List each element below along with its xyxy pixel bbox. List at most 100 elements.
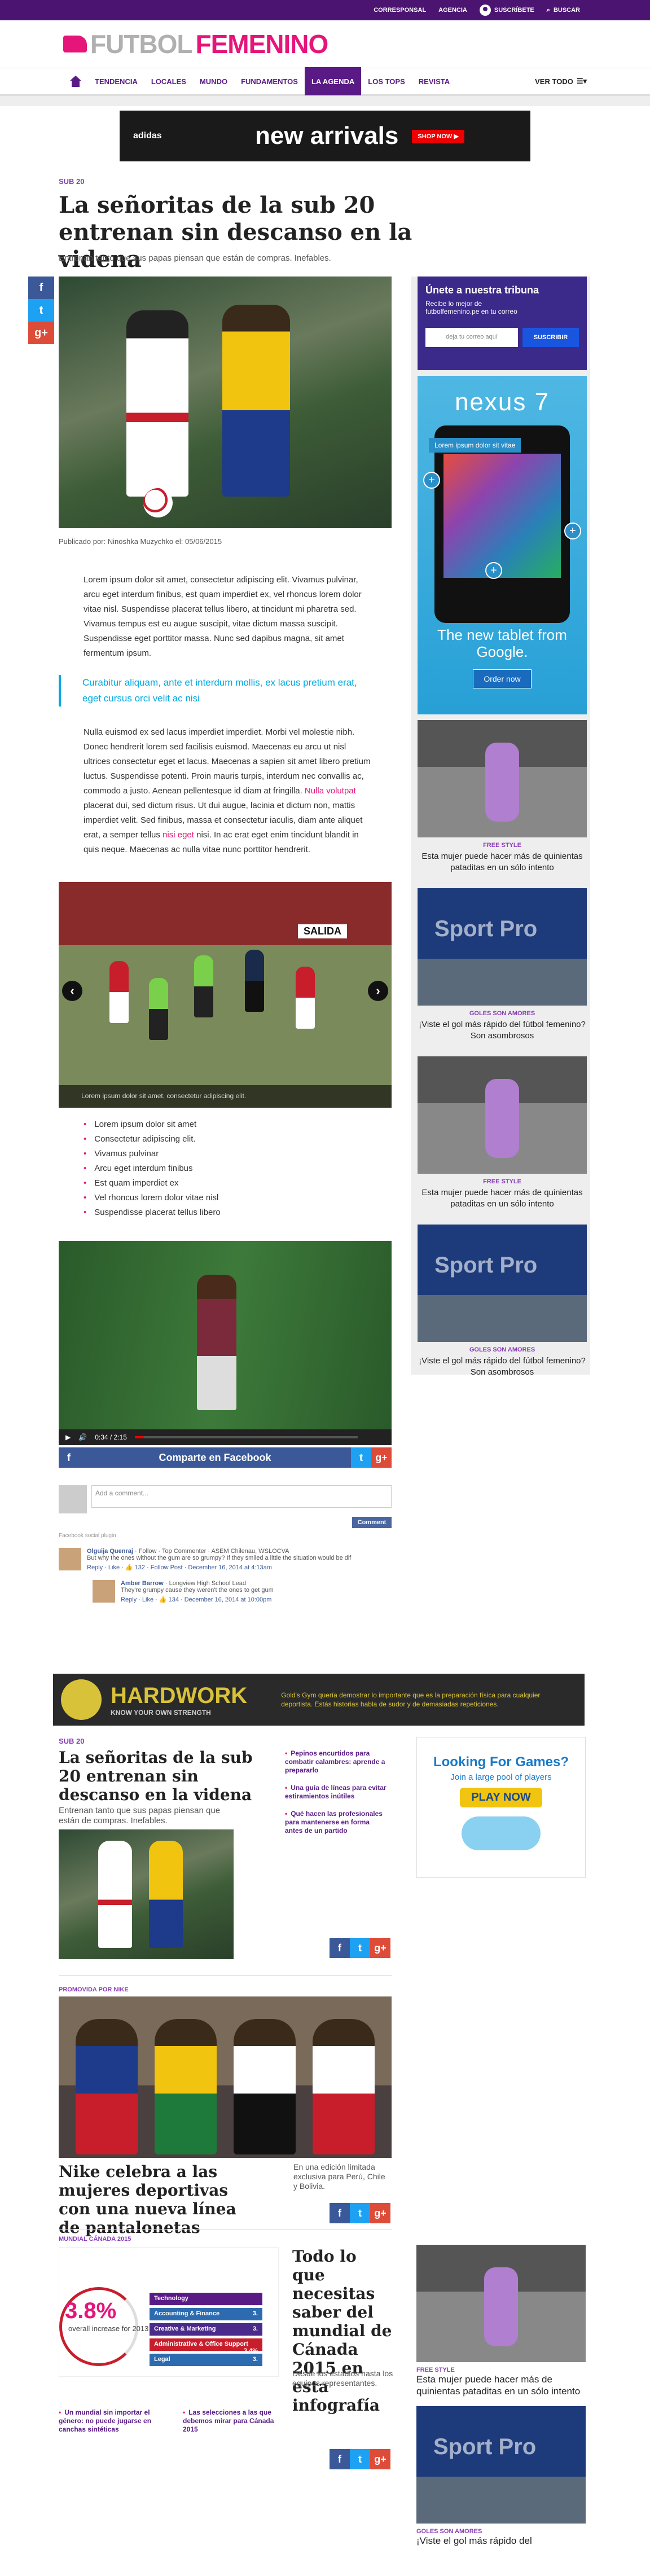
nav-la-agenda[interactable]: LA AGENDA xyxy=(304,67,362,95)
ad-brand: adidas xyxy=(133,131,162,141)
card-category: GOLES SON AMORES xyxy=(416,2528,482,2535)
list-item[interactable]: Qué hacen las profesionales para mantene… xyxy=(285,1810,387,1835)
ver-todo-menu[interactable]: VER TODO ☰▾ xyxy=(535,77,587,86)
nexus-ad[interactable]: nexus 7 Lorem ipsum dolor sit vitae + + … xyxy=(418,376,587,714)
comment-input[interactable]: Add a comment... xyxy=(91,1485,392,1508)
plus-icon[interactable]: + xyxy=(564,523,581,539)
comment-button[interactable]: Comment xyxy=(352,1517,392,1528)
article-pullquote: Curabitur aliquam, ante et interdum moll… xyxy=(59,675,375,706)
nav-fundamentos[interactable]: FUNDAMENTOS xyxy=(234,67,305,95)
sidebar-card[interactable]: GOLES SON AMORES ¡Viste el gol más rápid… xyxy=(418,1225,587,1378)
nav-los-tops[interactable]: LOS TOPS xyxy=(361,67,412,95)
play-now-button[interactable]: PLAY NOW xyxy=(460,1788,542,1807)
list-item[interactable]: Las selecciones a las que debemos mirar … xyxy=(183,2408,284,2434)
twitter-icon[interactable]: t xyxy=(350,1938,370,1958)
page-root: CORRESPONSAL AGENCIA SUSCRÍBETE ⌕ BUSCAR … xyxy=(0,0,650,2576)
facebook-icon[interactable]: f xyxy=(330,2449,350,2469)
menu-icon: ☰▾ xyxy=(576,77,587,85)
slider-player xyxy=(245,950,264,1012)
search-link[interactable]: ⌕ BUSCAR xyxy=(547,7,580,14)
article-category[interactable]: SUB 20 xyxy=(59,177,85,186)
tablet-image xyxy=(434,425,570,623)
list-item[interactable]: Un mundial sin importar el género: no pu… xyxy=(59,2408,160,2434)
module3-title[interactable]: Todo lo que necesitas saber del mundial … xyxy=(292,2247,394,2415)
site-logo[interactable]: FUTBOL FEMENINO xyxy=(63,29,328,59)
nav-locales[interactable]: LOCALES xyxy=(144,67,193,95)
subscribe-button[interactable]: SUSCRIBIR xyxy=(522,328,579,347)
article-subtitle: Entrenan tanto que sus papas piensan que… xyxy=(59,253,331,263)
list-item[interactable]: Una guía de líneas para evitar estiramie… xyxy=(285,1784,387,1801)
card-title: Esta mujer puede hacer más de quinientas… xyxy=(421,852,583,872)
video-player[interactable]: ▶ 🔊 0:34 / 2:15 xyxy=(59,1241,392,1445)
athlete-figure xyxy=(313,2019,375,2154)
list-item: Est quam imperdiet ex xyxy=(84,1176,221,1191)
module2-image[interactable] xyxy=(59,1996,392,2158)
comment-author[interactable]: Olguija Quenraj xyxy=(87,1548,133,1555)
sidebar-card[interactable]: FREE STYLE Esta mujer puede hacer más de… xyxy=(418,720,587,874)
module2-title[interactable]: Nike celebra a las mujeres deportivas co… xyxy=(59,2162,262,2237)
facebook-icon[interactable]: f xyxy=(330,1938,350,1958)
social-share-vertical: f t g+ xyxy=(28,277,54,344)
list-item[interactable]: Pepinos encurtidos para combatir calambr… xyxy=(285,1749,387,1775)
infographic-bars: Technology Accounting & Finance 3. Creative… xyxy=(150,2293,262,2369)
sidebar-card[interactable]: FREE STYLE Esta mujer puede hacer más de… xyxy=(416,2245,586,2397)
email-field[interactable]: deja tu correo aquí xyxy=(425,328,518,347)
twitter-icon[interactable]: t xyxy=(350,2449,370,2469)
games-ad[interactable]: Looking For Games? Join a large pool of … xyxy=(416,1737,586,1878)
module1-category[interactable]: SUB 20 xyxy=(59,1737,85,1745)
order-now-button[interactable]: Order now xyxy=(473,669,532,688)
list-item: Consectetur adipiscing elit. xyxy=(84,1132,221,1147)
slider-next-icon[interactable]: › xyxy=(368,981,388,1001)
twitter-icon[interactable]: t xyxy=(351,1447,371,1468)
googleplus-icon[interactable]: g+ xyxy=(370,2449,390,2469)
nav-home[interactable] xyxy=(63,67,88,95)
slider-player xyxy=(149,978,168,1040)
hardwork-banner[interactable]: HARDWORK KNOW YOUR OWN STRENGTH Gold's G… xyxy=(53,1674,585,1726)
plus-icon[interactable]: + xyxy=(423,472,440,489)
adidas-banner-ad[interactable]: adidas new arrivals SHOP NOW ▶ xyxy=(120,111,530,161)
googleplus-icon[interactable]: g+ xyxy=(28,322,54,344)
inline-link-2[interactable]: nisi eget xyxy=(162,830,194,840)
facebook-icon[interactable]: f xyxy=(330,2203,350,2223)
twitter-icon[interactable]: t xyxy=(28,299,54,322)
module2-text: En una edición limitada exclusiva para P… xyxy=(293,2162,385,2191)
facebook-share-button[interactable]: Comparte en Facebook xyxy=(79,1452,351,1464)
inline-link-1[interactable]: Nulla volutpat xyxy=(305,786,356,796)
agencia-link[interactable]: AGENCIA xyxy=(438,7,467,14)
subscribe-link[interactable]: SUSCRÍBETE xyxy=(479,5,534,16)
nav-revista[interactable]: REVISTA xyxy=(412,67,456,95)
nav-tendencia[interactable]: TENDENCIA xyxy=(88,67,144,95)
infographic-bar: Creative & Marketing 3. xyxy=(150,2323,262,2336)
slider-prev-icon[interactable]: ‹ xyxy=(62,981,82,1001)
ad-shop-button[interactable]: SHOP NOW ▶ xyxy=(412,129,464,143)
games-ad-text: Join a large pool of players xyxy=(450,1772,552,1782)
module1-image[interactable] xyxy=(59,1829,234,1959)
googleplus-icon[interactable]: g+ xyxy=(371,1447,392,1468)
home-icon xyxy=(70,76,81,87)
comment-author[interactable]: Amber Barrow xyxy=(121,1580,164,1587)
hardwork-tagline: KNOW YOUR OWN STRENGTH xyxy=(111,1708,211,1717)
module3-category[interactable]: MUNDIAL CÁNADA 2015 xyxy=(59,2236,131,2243)
sidebar-card[interactable]: GOLES SON AMORES ¡Viste el gol más rápid… xyxy=(416,2406,586,2547)
googleplus-icon[interactable]: g+ xyxy=(370,1938,390,1958)
video-progress-bar[interactable] xyxy=(134,1436,358,1438)
site-header: FUTBOL FEMENINO xyxy=(0,20,650,68)
sidebar-card[interactable]: GOLES SON AMORES ¡Viste el gol más rápid… xyxy=(418,888,587,1042)
sidebar-card[interactable]: FREE STYLE Esta mujer puede hacer más de… xyxy=(418,1056,587,1210)
twitter-icon[interactable]: t xyxy=(350,2203,370,2223)
nav-mundo[interactable]: MUNDO xyxy=(193,67,234,95)
corresponsal-link[interactable]: CORRESPONSAL xyxy=(374,7,426,14)
plus-icon[interactable]: + xyxy=(485,562,502,579)
facebook-icon[interactable]: f xyxy=(28,277,54,299)
play-icon[interactable]: ▶ xyxy=(65,1433,71,1441)
infographic-image[interactable]: 3.8% overall increase for 2013 Technolog… xyxy=(59,2247,279,2377)
comment-actions[interactable]: Reply · Like · 👍 132 · Follow Post · Dec… xyxy=(87,1564,351,1571)
facebook-icon[interactable]: f xyxy=(59,1447,79,1468)
comment-author-meta: · Longview High School Lead xyxy=(165,1580,246,1587)
volume-icon[interactable]: 🔊 xyxy=(78,1433,87,1441)
infographic-bar: Accounting & Finance 3. xyxy=(150,2308,262,2320)
module1-title[interactable]: La señoritas de la sub 20 entrenan sin d… xyxy=(59,1748,279,1804)
module2-category[interactable]: PROMOVIDA POR NIKE xyxy=(59,1986,129,1993)
googleplus-icon[interactable]: g+ xyxy=(370,2203,390,2223)
comment-actions[interactable]: Reply · Like · 👍 134 · December 16, 2014… xyxy=(121,1596,274,1603)
